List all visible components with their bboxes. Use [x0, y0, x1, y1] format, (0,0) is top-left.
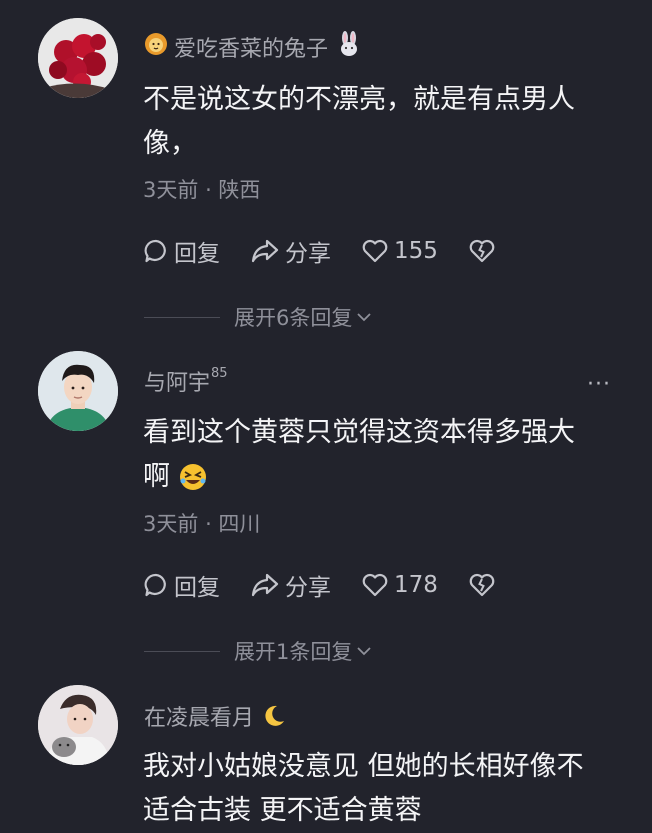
- rofl-emoji-icon: [178, 462, 208, 492]
- lion-badge-icon: [144, 32, 168, 62]
- avatar[interactable]: [38, 18, 118, 98]
- comment-text: 不是说这女的不漂亮，就是有点男人 像，: [143, 78, 613, 166]
- broken-heart-icon: [469, 573, 495, 597]
- crescent-moon-icon: [262, 704, 286, 728]
- comment-text-fragment: 啊: [143, 461, 170, 492]
- comment-bubble-icon: [144, 239, 166, 263]
- heart-icon: [362, 239, 388, 263]
- like-button[interactable]: 155: [361, 238, 438, 264]
- avatar[interactable]: [38, 351, 118, 431]
- action-bar: 回复 分享 155: [143, 234, 531, 268]
- comment-meta: 3天前 · 四川: [143, 508, 260, 538]
- user-level: 85: [211, 365, 228, 381]
- comment-text-line: 我对小姑娘没意见 但她的长相好像不: [143, 751, 584, 782]
- username-text: 爱吃香菜的兔子: [174, 37, 329, 62]
- expand-replies-label: 展开6条回复: [234, 306, 353, 330]
- like-count: 155: [394, 238, 438, 264]
- divider-line: [144, 316, 220, 318]
- chevron-down-icon: [357, 313, 372, 322]
- share-button[interactable]: 分享: [250, 568, 331, 602]
- avatar[interactable]: [38, 685, 118, 765]
- share-button[interactable]: 分享: [250, 234, 331, 268]
- comment-text-line: 像，: [143, 128, 197, 159]
- share-label: 分享: [285, 241, 331, 267]
- comment-text: 看到这个黄蓉只觉得这资本得多强大 啊: [143, 411, 613, 499]
- location: 四川: [218, 512, 261, 536]
- rabbit-icon: [336, 31, 362, 63]
- username-text: 与阿宇: [144, 371, 211, 396]
- like-button[interactable]: 178: [361, 572, 438, 598]
- chevron-down-icon: [357, 647, 372, 656]
- divider-line: [144, 650, 220, 652]
- comment-text-line: 看到这个黄蓉只觉得这资本得多强大: [143, 417, 575, 448]
- heart-icon: [362, 573, 388, 597]
- share-label: 分享: [285, 575, 331, 601]
- dislike-button[interactable]: [468, 238, 501, 264]
- broken-heart-icon: [469, 239, 495, 263]
- comment-bubble-icon: [144, 573, 166, 597]
- timestamp: 3天前: [143, 178, 199, 202]
- reply-label: 回复: [174, 241, 220, 267]
- comment-text-line: 适合古装 更不适合黄蓉: [143, 795, 422, 826]
- reply-button[interactable]: 回复: [143, 234, 220, 268]
- like-count: 178: [394, 572, 438, 598]
- username[interactable]: 爱吃香菜的兔子: [144, 31, 362, 63]
- action-bar: 回复 分享 178: [143, 568, 531, 602]
- comment-text: 我对小姑娘没意见 但她的长相好像不 适合古装 更不适合黄蓉: [143, 745, 613, 833]
- expand-replies[interactable]: 展开6条回复: [144, 302, 372, 332]
- expand-replies-label: 展开1条回复: [234, 640, 353, 664]
- location: 陕西: [218, 178, 261, 202]
- dislike-button[interactable]: [468, 572, 501, 598]
- comment-meta: 3天前 · 陕西: [143, 174, 260, 204]
- username[interactable]: 在凌晨看月: [144, 700, 286, 732]
- username-text: 在凌晨看月: [144, 706, 255, 731]
- more-options-button[interactable]: ···: [587, 372, 611, 397]
- more-options-icon: ···: [587, 372, 611, 397]
- expand-replies[interactable]: 展开1条回复: [144, 636, 372, 666]
- comment-text-line: 不是说这女的不漂亮，就是有点男人: [143, 84, 575, 115]
- comment-text-line: 啊: [143, 455, 613, 499]
- timestamp: 3天前: [143, 512, 199, 536]
- share-arrow-icon: [251, 239, 279, 263]
- reply-button[interactable]: 回复: [143, 568, 220, 602]
- username[interactable]: 与阿宇 85: [144, 365, 228, 397]
- reply-label: 回复: [174, 575, 220, 601]
- share-arrow-icon: [251, 573, 279, 597]
- separator-dot: ·: [205, 512, 219, 536]
- separator-dot: ·: [205, 178, 219, 202]
